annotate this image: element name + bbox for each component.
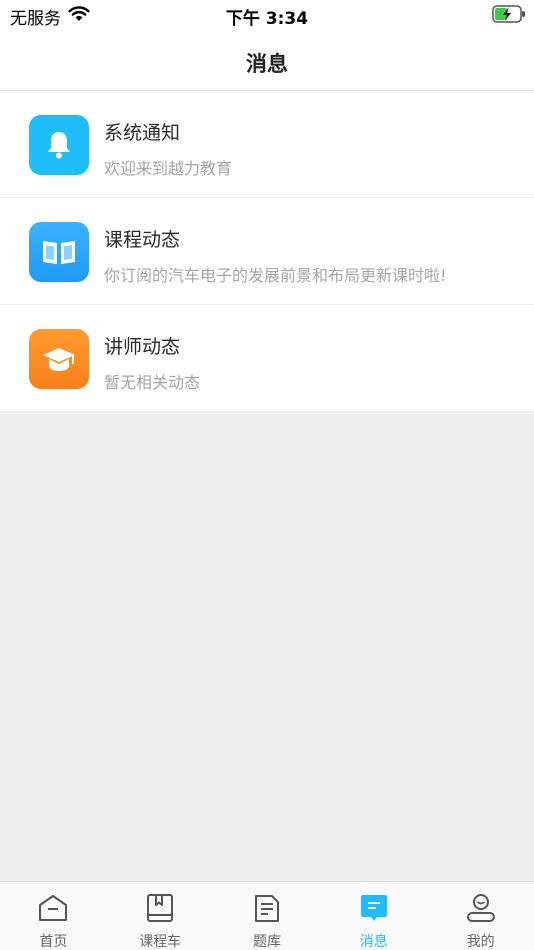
tab-label: 消息 [359,934,388,950]
tab-bar: 首页 课程车 题库 消息 我的 [0,881,534,950]
message-item-teacher-update[interactable]: 讲师动态 暂无相关动态 [0,305,534,411]
message-item-course-update[interactable]: 课程动态 你订阅的汽车电子的发展前景和布局更新课时啦! [0,198,534,305]
message-title: 课程动态 [104,229,181,251]
message-subtitle: 欢迎来到越力教育 [104,159,233,178]
profile-icon [465,893,497,927]
status-time: 下午 3:34 [225,9,309,29]
tab-course-cart[interactable]: 课程车 [107,882,214,950]
tab-question-bank[interactable]: 题库 [214,882,321,950]
navigation-bar: 消息 [0,32,534,91]
message-title: 讲师动态 [104,336,181,358]
status-bar: 无服务 下午 3:34 [0,0,534,32]
question-bank-icon [252,893,282,927]
message-subtitle: 你订阅的汽车电子的发展前景和布局更新课时啦! [104,266,447,285]
book-icon [29,222,89,282]
home-icon [37,893,69,927]
message-item-system-notice[interactable]: 系统通知 欢迎来到越力教育 [0,91,534,198]
graduation-cap-icon [29,329,89,389]
message-list: 系统通知 欢迎来到越力教育 课程动态 你订阅的汽车电子的发展前景和布局更新课时啦… [0,91,534,411]
tab-label: 我的 [466,934,495,950]
battery-charging-icon [492,5,526,27]
course-book-icon [145,893,175,927]
tab-home[interactable]: 首页 [0,882,107,950]
bell-icon [29,115,89,175]
message-subtitle: 暂无相关动态 [104,373,201,392]
tab-messages[interactable]: 消息 [320,882,427,950]
tab-label: 首页 [39,934,68,950]
tab-profile[interactable]: 我的 [427,882,534,950]
message-icon [359,893,389,927]
tab-label: 课程车 [139,934,182,950]
message-title: 系统通知 [104,122,181,144]
tab-label: 题库 [252,934,281,950]
page-title: 消息 [246,52,288,76]
